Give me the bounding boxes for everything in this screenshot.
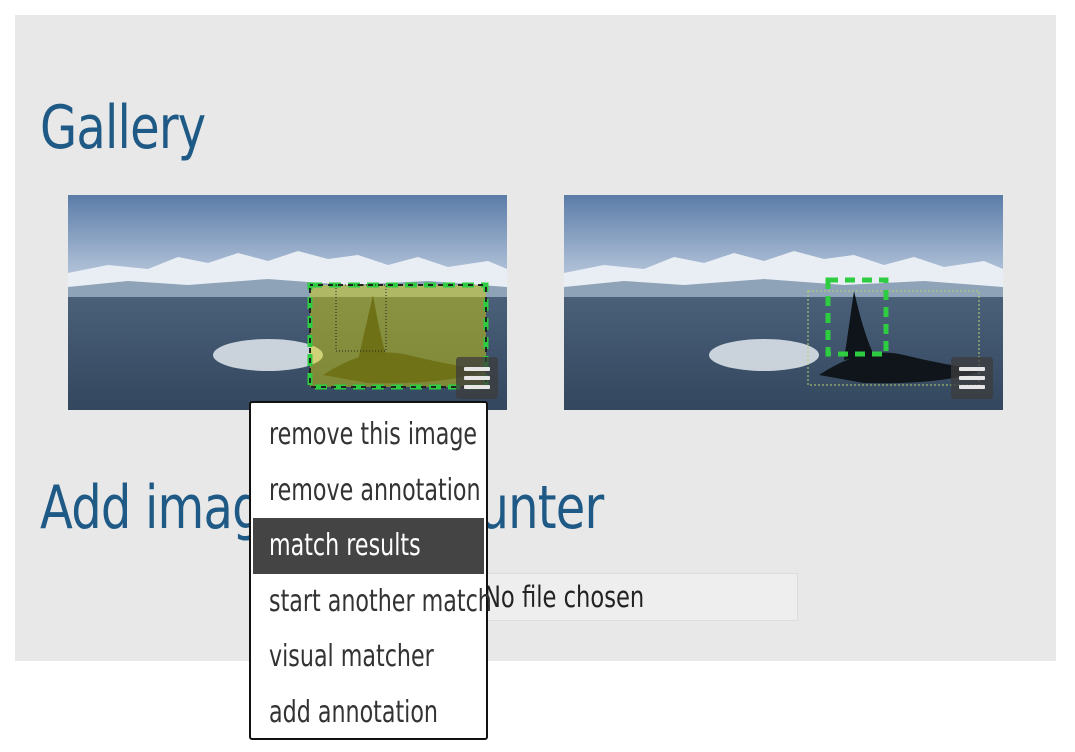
image-menu-icon[interactable]	[456, 357, 498, 399]
menu-item-start-another-match[interactable]: start another match	[253, 574, 492, 630]
menu-item-add-annotation[interactable]: add annotation	[253, 685, 484, 741]
menu-item-label: visual matcher	[269, 639, 434, 674]
menu-item-visual-matcher[interactable]: visual matcher	[253, 629, 484, 685]
image-context-menu: remove this image remove annotation matc…	[249, 401, 492, 741]
menu-item-label: start another match	[269, 583, 492, 619]
file-input-status: No file chosen	[484, 580, 645, 614]
menu-item-remove-image[interactable]: remove this image	[253, 407, 484, 463]
menu-item-remove-annotation[interactable]: remove annotation	[253, 463, 484, 519]
menu-item-label: add annotation	[269, 694, 439, 730]
menu-item-label: remove this image	[269, 417, 478, 452]
menu-item-match-results[interactable]: match results	[253, 518, 484, 574]
orca-photo	[564, 195, 1003, 410]
gallery-heading: Gallery	[40, 93, 206, 163]
menu-item-label: remove annotation	[269, 472, 481, 508]
menu-item-label: match results	[269, 528, 421, 563]
gallery-image-2[interactable]	[564, 195, 1003, 410]
orca-photo	[68, 195, 507, 410]
image-menu-icon[interactable]	[951, 357, 993, 399]
gallery-image-1[interactable]	[68, 195, 507, 410]
